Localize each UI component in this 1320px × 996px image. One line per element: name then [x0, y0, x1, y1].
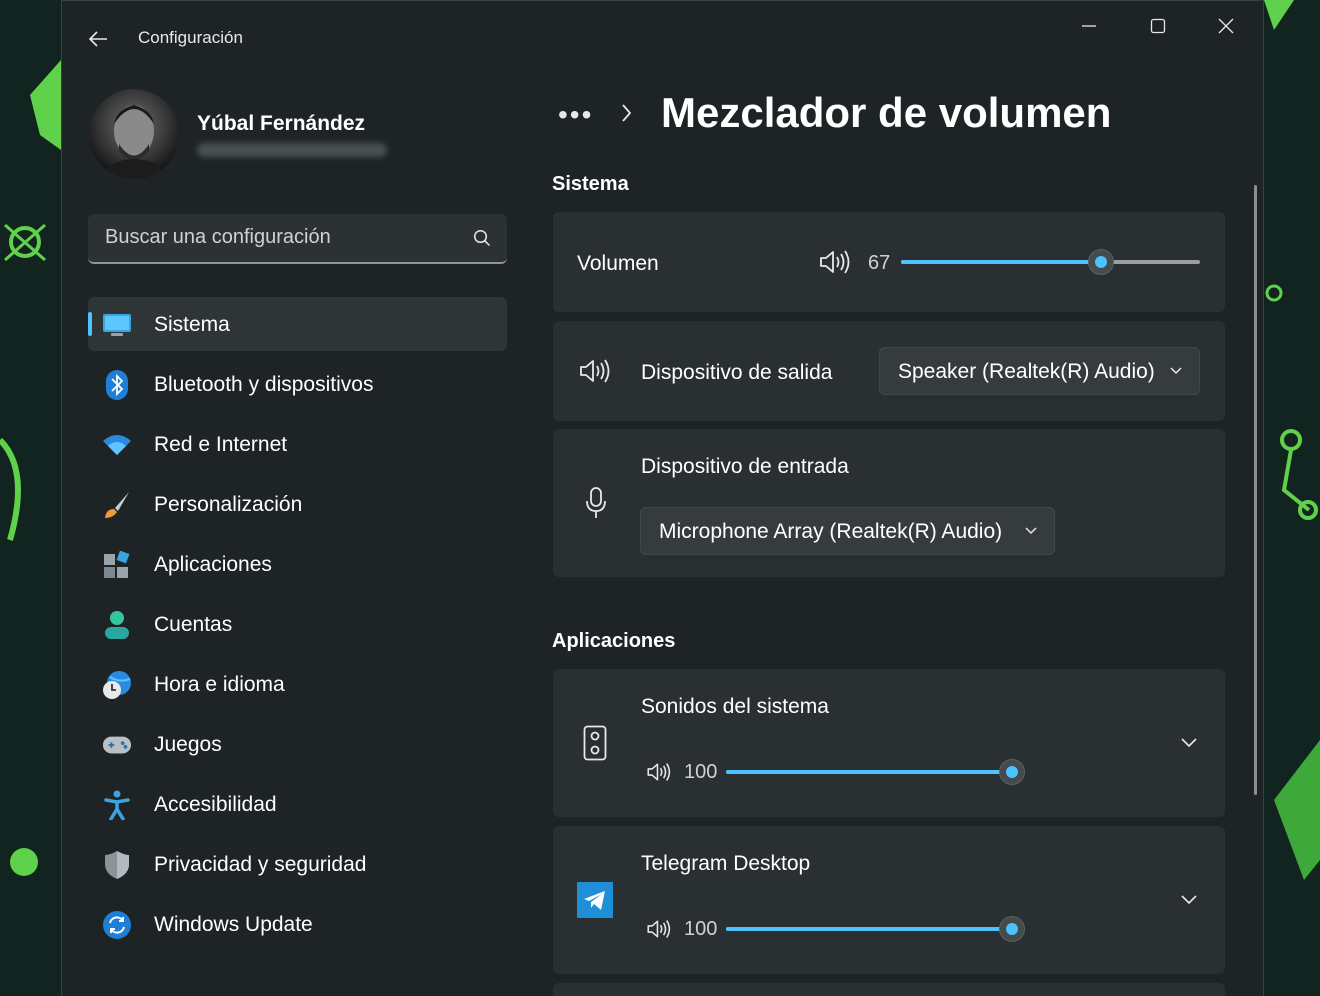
output-device-label: Dispositivo de salida [641, 361, 833, 384]
sidebar-nav: Sistema Bluetooth y dispositivos Red e I… [88, 297, 507, 957]
close-icon [1218, 18, 1234, 34]
microphone-icon [586, 487, 606, 518]
input-device-card: Dispositivo de entrada Microphone Array … [553, 429, 1225, 577]
sidebar-item-sistema[interactable]: Sistema [88, 297, 507, 351]
active-indicator [88, 312, 92, 336]
page-title: Mezclador de volumen [661, 89, 1112, 136]
slider-fill [726, 927, 1012, 931]
input-device-selected: Microphone Array (Realtek(R) Audio) [659, 520, 1003, 543]
user-profile[interactable]: Yúbal Fernández [89, 89, 509, 181]
close-button[interactable] [1203, 11, 1249, 41]
gamepad-icon [102, 730, 132, 760]
chevron-right-icon [622, 104, 632, 122]
bluetooth-icon [102, 370, 132, 400]
sidebar-item-personalizacion[interactable]: Personalización [88, 477, 507, 531]
accessibility-icon [102, 790, 132, 820]
sidebar-item-cuentas[interactable]: Cuentas [88, 597, 507, 651]
app-card-partial [553, 983, 1225, 996]
speaker-icon[interactable] [819, 249, 851, 275]
speaker-icon[interactable] [646, 762, 672, 782]
speaker-device-icon [583, 725, 607, 761]
chevron-down-icon [1025, 527, 1037, 535]
sidebar-item-aplicaciones[interactable]: Aplicaciones [88, 537, 507, 591]
app-card-telegram: Telegram Desktop 100 [553, 826, 1225, 974]
input-device-dropdown[interactable]: Microphone Array (Realtek(R) Audio) [640, 507, 1055, 555]
output-device-card: Dispositivo de salida Speaker (Realtek(R… [553, 321, 1225, 421]
arrow-left-icon [88, 31, 107, 47]
desktop-wallpaper-decoration-left [0, 60, 61, 876]
section-title-aplicaciones: Aplicaciones [552, 630, 676, 652]
slider-fill [901, 260, 1102, 264]
slider-fill [726, 770, 1012, 774]
chevron-down-icon [1181, 738, 1197, 748]
clock-globe-icon [102, 670, 132, 700]
minimize-icon [1082, 25, 1096, 27]
avatar [89, 89, 179, 179]
account-icon [102, 610, 132, 640]
apps-icon [102, 550, 132, 580]
maximize-icon [1150, 18, 1166, 34]
volume-label: Volumen [577, 252, 659, 275]
expand-button[interactable] [1177, 731, 1201, 755]
slider-thumb[interactable] [999, 759, 1025, 785]
title-bar: Configuración [62, 1, 1263, 75]
app-volume-slider[interactable] [726, 759, 1025, 785]
user-email-redacted [197, 143, 387, 157]
section-title-sistema: Sistema [552, 173, 629, 195]
output-device-selected: Speaker (Realtek(R) Audio) [898, 360, 1155, 383]
expand-button[interactable] [1177, 888, 1201, 912]
search-box[interactable] [88, 214, 507, 264]
app-volume-value: 100 [684, 761, 718, 783]
telegram-icon [577, 882, 613, 918]
sidebar-item-juegos[interactable]: Juegos [88, 717, 507, 771]
search-input[interactable] [105, 226, 445, 249]
maximize-button[interactable] [1135, 11, 1181, 41]
sidebar-item-red-internet[interactable]: Red e Internet [88, 417, 507, 471]
settings-window: Configuración Yúbal Fernández Buscar una… [61, 0, 1264, 996]
breadcrumb: ••• Mezclador de volumen [554, 87, 1234, 147]
chevron-down-icon [1181, 895, 1197, 905]
app-card-system-sounds: Sonidos del sistema 100 [553, 669, 1225, 817]
sidebar-item-privacidad[interactable]: Privacidad y seguridad [88, 837, 507, 891]
app-name: Telegram Desktop [641, 852, 811, 875]
app-volume-slider[interactable] [726, 916, 1025, 942]
sidebar-item-hora-idioma[interactable]: Hora e idioma [88, 657, 507, 711]
input-device-label: Dispositivo de entrada [641, 455, 849, 478]
desktop-wallpaper-decoration-right [1264, 0, 1320, 880]
app-name: Sonidos del sistema [641, 695, 829, 718]
app-volume-value: 100 [684, 918, 718, 940]
output-device-dropdown[interactable]: Speaker (Realtek(R) Audio) [879, 347, 1200, 395]
minimize-button[interactable] [1066, 11, 1112, 41]
speaker-icon[interactable] [646, 919, 672, 939]
slider-thumb[interactable] [999, 916, 1025, 942]
user-name: Yúbal Fernández [197, 112, 366, 135]
speaker-icon [580, 359, 610, 383]
app-title: Configuración [138, 28, 243, 47]
update-icon [102, 910, 132, 940]
monitor-icon [102, 310, 132, 340]
volume-slider[interactable] [901, 249, 1200, 275]
wifi-icon [102, 430, 132, 460]
back-button[interactable] [84, 25, 112, 53]
volume-value: 67 [868, 252, 891, 274]
sidebar-item-accesibilidad[interactable]: Accesibilidad [88, 777, 507, 831]
chevron-down-icon [1170, 367, 1182, 375]
scrollbar[interactable] [1254, 185, 1257, 795]
breadcrumb-overflow-button[interactable]: ••• [558, 99, 593, 131]
brush-icon [102, 490, 132, 520]
sidebar-item-windows-update[interactable]: Windows Update [88, 897, 507, 951]
sidebar-item-bluetooth[interactable]: Bluetooth y dispositivos [88, 357, 507, 411]
slider-thumb[interactable] [1088, 249, 1115, 275]
search-icon [473, 229, 491, 247]
volume-card: Volumen 67 [553, 212, 1225, 312]
shield-icon [102, 850, 132, 880]
